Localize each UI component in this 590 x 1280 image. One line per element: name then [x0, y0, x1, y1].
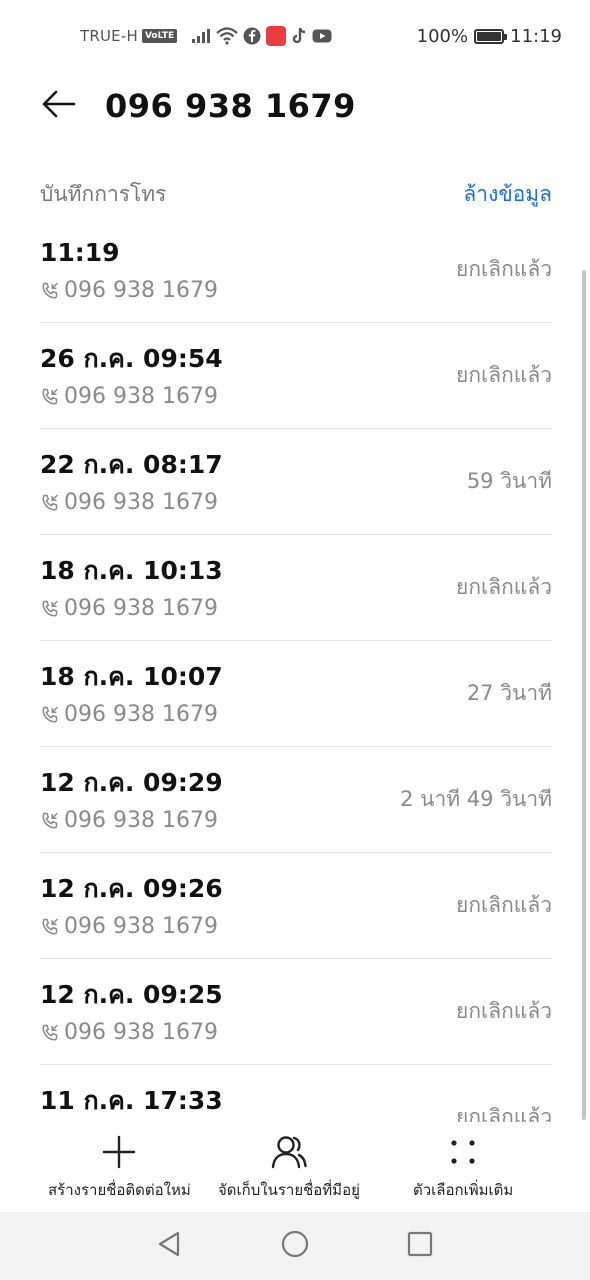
call-list: 11:19 096 938 1679 ยกเลิกแล้ว 26 ก.ค. 09:54… [40, 217, 552, 1122]
call-log-item[interactable]: 26 ก.ค. 09:54 096 938 1679 ยกเลิกแล้ว [40, 323, 552, 429]
outgoing-call-icon [40, 493, 60, 513]
action-label: สร้างรายชื่อติดต่อใหม่ [48, 1181, 191, 1199]
section-title: บันทึกการโทร [40, 182, 167, 206]
signal-icon [191, 28, 211, 44]
outgoing-call-icon [40, 705, 60, 725]
action-bar: สร้างรายชื่อติดต่อใหม่ จัดเก็บในรายชื่อท… [0, 1122, 590, 1212]
call-status: ยกเลิกแล้ว [456, 1105, 552, 1122]
carrier-label: TRUE-H [80, 27, 138, 45]
call-log-item[interactable]: 12 ก.ค. 09:26 096 938 1679 ยกเลิกแล้ว [40, 853, 552, 959]
call-number-row: 096 938 1679 [40, 807, 218, 835]
call-number: 096 938 1679 [64, 1020, 218, 1045]
nav-back-button[interactable] [149, 1226, 189, 1266]
call-status: ยกเลิกแล้ว [456, 575, 552, 599]
call-number: 096 938 1679 [64, 490, 218, 515]
call-time: 11 ก.ค. 17:33 [40, 1086, 223, 1115]
call-time: 26 ก.ค. 09:54 [40, 344, 223, 373]
nav-home-button[interactable] [275, 1226, 315, 1266]
status-icons [191, 26, 332, 46]
more-dots-icon [448, 1132, 478, 1172]
scrollbar[interactable] [582, 270, 586, 1120]
call-number: 096 938 1679 [64, 278, 218, 303]
wifi-icon [216, 27, 238, 45]
save-to-existing-button[interactable]: จัดเก็บในรายชื่อที่มีอยู่ [218, 1132, 360, 1202]
call-time: 12 ก.ค. 09:26 [40, 874, 223, 903]
call-number-row: 096 938 1679 [40, 383, 218, 411]
call-log-item[interactable]: 12 ก.ค. 09:29 096 938 1679 2 นาที 49 วินาท… [40, 747, 552, 853]
page-title: 096 938 1679 [105, 87, 356, 125]
call-number-row: 096 938 1679 [40, 1019, 218, 1047]
app-notification-icon [266, 26, 287, 46]
call-time: 18 ก.ค. 10:13 [40, 556, 223, 585]
tiktok-icon [291, 27, 307, 45]
call-log-header: บันทึกการโทร ล้างข้อมูล [40, 176, 552, 216]
call-status: ยกเลิกแล้ว [456, 999, 552, 1023]
call-log-item[interactable]: 18 ก.ค. 10:07 096 938 1679 27 วินาที [40, 641, 552, 747]
call-log-item[interactable]: 18 ก.ค. 10:13 096 938 1679 ยกเลิกแล้ว [40, 535, 552, 641]
outgoing-call-icon [40, 811, 60, 831]
call-status: ยกเลิกแล้ว [456, 363, 552, 387]
nav-home-icon [281, 1230, 309, 1262]
call-status: ยกเลิกแล้ว [456, 893, 552, 917]
call-status: 27 วินาที [466, 681, 552, 705]
call-number: 096 938 1679 [64, 808, 218, 833]
arrow-left-icon [40, 89, 76, 123]
youtube-icon [312, 28, 332, 44]
nav-recents-button[interactable] [400, 1226, 440, 1266]
call-time: 11:19 [40, 238, 120, 267]
call-time: 12 ก.ค. 09:25 [40, 980, 223, 1009]
battery-percent: 100% [416, 26, 469, 47]
nav-back-icon [156, 1230, 182, 1262]
call-number-row: 096 938 1679 [40, 701, 218, 729]
outgoing-call-icon [40, 917, 60, 937]
plus-icon [101, 1132, 137, 1172]
header: 096 938 1679 [0, 76, 590, 136]
clock: 11:19 [510, 26, 562, 47]
outgoing-call-icon [40, 387, 60, 407]
call-number-row: 096 938 1679 [40, 277, 218, 305]
volte-badge: VoLTE [141, 29, 178, 43]
call-log-item[interactable]: 12 ก.ค. 09:25 096 938 1679 ยกเลิกแล้ว [40, 959, 552, 1065]
status-left: TRUE-H VoLTE [80, 26, 332, 46]
call-status: ยกเลิกแล้ว [456, 257, 552, 281]
create-contact-button[interactable]: สร้างรายชื่อติดต่อใหม่ [48, 1132, 191, 1202]
person-icon [270, 1132, 308, 1172]
call-number-row: 096 938 1679 [40, 595, 218, 623]
call-number-row: 096 938 1679 [40, 913, 218, 941]
action-label: จัดเก็บในรายชื่อที่มีอยู่ [218, 1181, 360, 1199]
outgoing-call-icon [40, 281, 60, 301]
call-status: 2 นาที 49 วินาที [400, 787, 552, 811]
call-number: 096 938 1679 [64, 914, 218, 939]
call-number: 096 938 1679 [64, 702, 218, 727]
call-number-row: 096 938 1679 [40, 489, 218, 517]
outgoing-call-icon [40, 599, 60, 619]
call-number: 096 938 1679 [64, 596, 218, 621]
facebook-icon [243, 27, 261, 45]
call-status: 59 วินาที [466, 469, 552, 493]
call-time: 12 ก.ค. 09:29 [40, 768, 223, 797]
more-options-button[interactable]: ตัวเลือกเพิ่มเติม [413, 1132, 513, 1202]
call-time: 18 ก.ค. 10:07 [40, 662, 223, 691]
status-bar: TRUE-H VoLTE 100% 11:19 [0, 0, 590, 76]
call-log-item[interactable]: 11:19 096 938 1679 ยกเลิกแล้ว [40, 217, 552, 323]
system-nav-bar [0, 1212, 590, 1280]
outgoing-call-icon [40, 1023, 60, 1043]
nav-recents-icon [407, 1231, 433, 1261]
action-label: ตัวเลือกเพิ่มเติม [413, 1181, 514, 1199]
status-right: 100% 11:19 [417, 26, 562, 47]
battery-icon [474, 29, 508, 44]
back-button[interactable] [36, 84, 80, 128]
call-number: 096 938 1679 [64, 384, 218, 409]
clear-data-button[interactable]: ล้างข้อมูล [463, 178, 552, 211]
call-log-item[interactable]: 11 ก.ค. 17:33096 938 1679ยกเลิกแล้ว [40, 1065, 552, 1122]
call-log-item[interactable]: 22 ก.ค. 08:17 096 938 1679 59 วินาที [40, 429, 552, 535]
call-time: 22 ก.ค. 08:17 [40, 450, 223, 479]
